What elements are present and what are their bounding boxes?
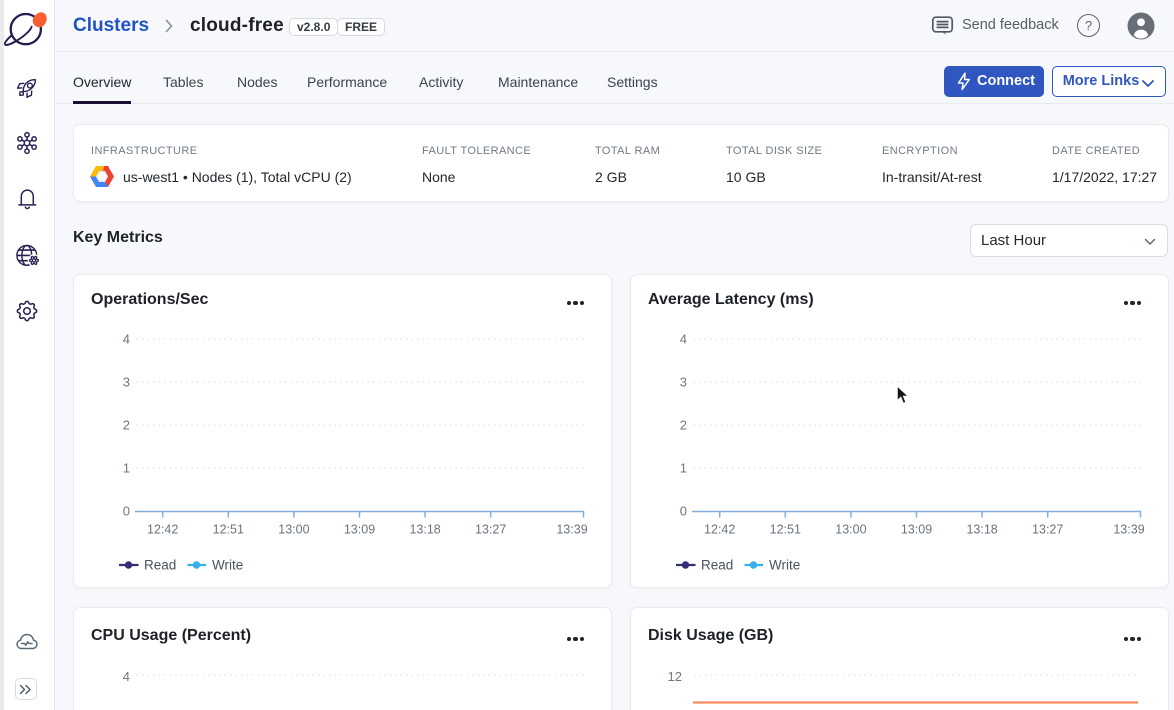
svg-text:13:27: 13:27 <box>475 523 506 537</box>
svg-text:Read: Read <box>701 558 733 573</box>
svg-text:1: 1 <box>680 461 687 476</box>
svg-text:2: 2 <box>123 418 130 433</box>
svg-text:12:51: 12:51 <box>770 523 801 537</box>
svg-text:13:09: 13:09 <box>344 523 375 537</box>
svg-text:12:51: 12:51 <box>213 523 244 537</box>
svg-text:13:39: 13:39 <box>556 523 587 537</box>
svg-text:0: 0 <box>123 504 130 519</box>
svg-text:3: 3 <box>680 375 687 390</box>
svg-text:4: 4 <box>123 332 130 347</box>
svg-text:Read: Read <box>144 558 176 573</box>
svg-text:3: 3 <box>123 375 130 390</box>
svg-text:Write: Write <box>212 558 243 573</box>
svg-text:13:18: 13:18 <box>409 523 440 537</box>
svg-text:2: 2 <box>680 418 687 433</box>
svg-text:12: 12 <box>668 669 682 684</box>
svg-text:13:00: 13:00 <box>278 523 309 537</box>
svg-text:13:39: 13:39 <box>1113 523 1144 537</box>
svg-text:13:09: 13:09 <box>901 523 932 537</box>
svg-text:Write: Write <box>769 558 800 573</box>
svg-text:12:42: 12:42 <box>704 523 735 537</box>
svg-text:4: 4 <box>680 332 687 347</box>
svg-text:13:00: 13:00 <box>835 523 866 537</box>
svg-text:12:42: 12:42 <box>147 523 178 537</box>
svg-text:13:27: 13:27 <box>1032 523 1063 537</box>
svg-text:1: 1 <box>123 461 130 476</box>
svg-text:0: 0 <box>680 504 687 519</box>
svg-text:13:18: 13:18 <box>966 523 997 537</box>
svg-text:4: 4 <box>123 669 130 684</box>
